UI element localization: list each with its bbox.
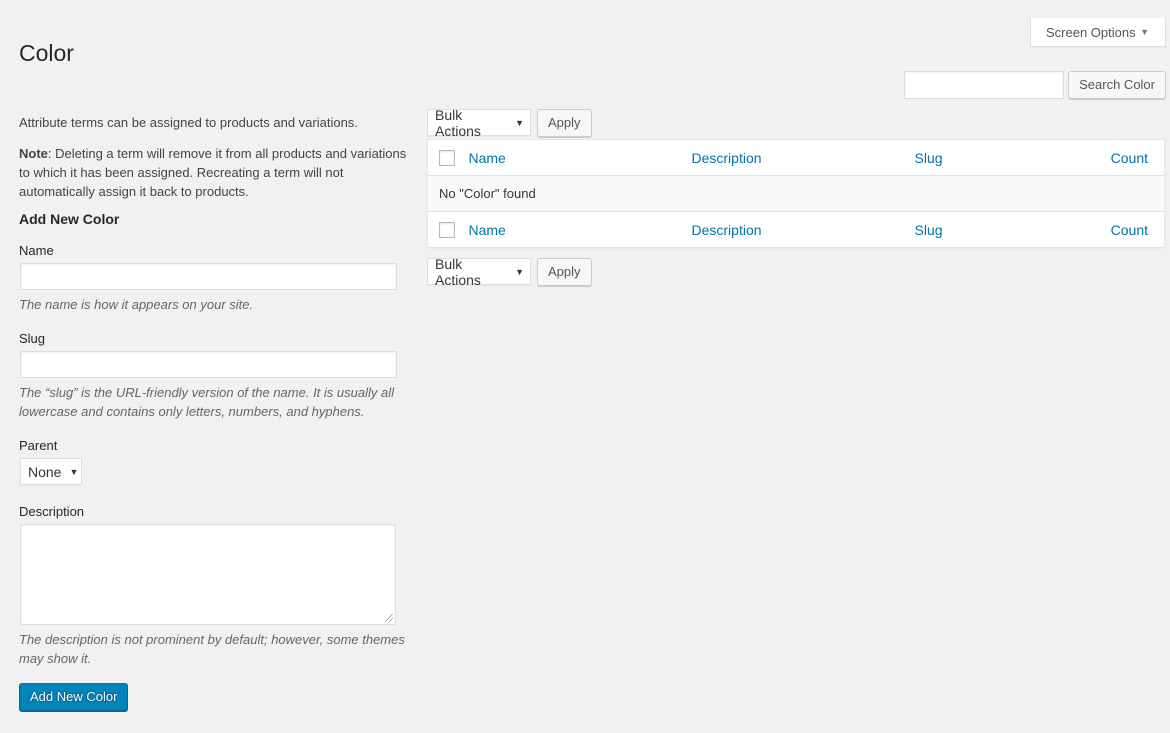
- page-title: Color: [19, 40, 74, 66]
- bulk-actions-value: Bulk Actions: [435, 106, 481, 139]
- apply-button-top[interactable]: Apply: [537, 109, 592, 137]
- column-description-footer[interactable]: Description: [691, 211, 915, 248]
- description-field-group: Description The description is not promi…: [19, 504, 411, 668]
- column-name[interactable]: Name: [468, 139, 692, 176]
- resize-grip-icon[interactable]: [385, 614, 393, 622]
- note-label: Note: [19, 146, 48, 161]
- slug-field-group: Slug The “slug” is the URL-friendly vers…: [19, 331, 411, 421]
- select-all-checkbox-footer[interactable]: [439, 222, 455, 239]
- column-slug[interactable]: Slug: [914, 139, 1098, 176]
- column-count-footer[interactable]: Count: [1097, 211, 1165, 248]
- note-body: : Deleting a term will remove it from al…: [19, 146, 407, 199]
- caret-down-icon: ▼: [515, 266, 524, 277]
- name-label: Name: [19, 243, 54, 258]
- parent-selected-value: None: [28, 463, 62, 480]
- caret-down-icon: ▼: [69, 466, 79, 477]
- add-term-column: Attribute terms can be assigned to produ…: [19, 113, 411, 711]
- column-slug-footer[interactable]: Slug: [914, 211, 1098, 248]
- screen-options-label: Screen Options: [1046, 25, 1136, 40]
- slug-input[interactable]: [20, 351, 397, 378]
- terms-table: Name Description Slug Count No "Color" f…: [427, 139, 1165, 248]
- name-hint: The name is how it appears on your site.: [19, 297, 254, 312]
- description-textarea[interactable]: [20, 524, 396, 625]
- bulk-actions-select-bottom[interactable]: Bulk Actions ▼: [427, 255, 531, 288]
- form-heading: Add New Color: [19, 211, 120, 227]
- caret-down-icon: ▼: [1140, 27, 1149, 37]
- table-header-row: Name Description Slug Count: [427, 139, 1165, 176]
- search-input[interactable]: [904, 71, 1065, 99]
- table-footer-row: Name Description Slug Count: [427, 211, 1165, 248]
- tablenav-bottom: Bulk Actions ▼ Apply: [427, 255, 592, 288]
- search-button[interactable]: Search Color: [1068, 71, 1166, 99]
- search-box: Search Color: [904, 71, 1166, 99]
- parent-field-group: Parent None ▼: [19, 438, 411, 485]
- column-name-footer[interactable]: Name: [468, 211, 692, 248]
- bulk-actions-value-bottom: Bulk Actions: [435, 255, 481, 288]
- parent-label: Parent: [19, 438, 58, 453]
- column-description[interactable]: Description: [691, 139, 915, 176]
- screen-options-button[interactable]: Screen Options ▼: [1030, 18, 1166, 47]
- apply-button-bottom[interactable]: Apply: [537, 258, 592, 286]
- note-text: Note: Deleting a term will remove it fro…: [19, 144, 411, 201]
- name-field-group: Name The name is how it appears on your …: [19, 243, 411, 314]
- name-input[interactable]: [20, 263, 397, 290]
- bulk-actions-select-top[interactable]: Bulk Actions ▼: [427, 106, 531, 139]
- add-new-term-button[interactable]: Add New Color: [19, 683, 129, 711]
- slug-hint: The “slug” is the URL-friendly version o…: [19, 385, 394, 419]
- select-all-cell: [427, 139, 469, 176]
- select-all-checkbox[interactable]: [439, 150, 455, 167]
- slug-label: Slug: [19, 331, 46, 346]
- empty-message: No "Color" found: [427, 175, 1165, 212]
- parent-select[interactable]: None ▼: [20, 458, 82, 485]
- select-all-cell-footer: [427, 211, 469, 248]
- table-row: No "Color" found: [427, 175, 1165, 212]
- column-count[interactable]: Count: [1097, 139, 1165, 176]
- description-hint: The description is not prominent by defa…: [19, 632, 405, 666]
- caret-down-icon: ▼: [515, 117, 524, 128]
- intro-text: Attribute terms can be assigned to produ…: [19, 115, 358, 130]
- description-label: Description: [19, 504, 85, 519]
- tablenav-top: Bulk Actions ▼ Apply: [427, 106, 592, 139]
